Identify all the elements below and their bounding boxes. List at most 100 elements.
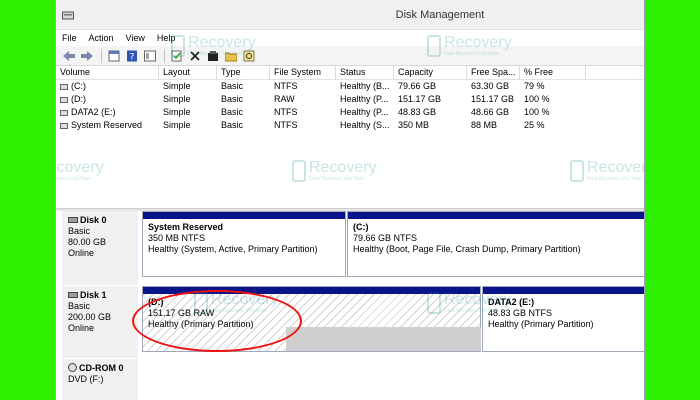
- title-bar: Disk Management: [56, 0, 644, 30]
- table-row[interactable]: System Reserved Simple Basic NTFS Health…: [56, 119, 644, 132]
- percent-free-cell: 25 %: [524, 120, 545, 130]
- type-cell: Basic: [221, 120, 244, 130]
- selection-shadow: [286, 327, 481, 351]
- volume-icon: [60, 97, 68, 103]
- partition-size: 48.83 GB NTFS: [488, 308, 553, 318]
- cdrom-name: CD-ROM 0: [79, 363, 124, 373]
- menu-help[interactable]: Help: [157, 33, 176, 43]
- status-cell: Healthy (B...: [340, 81, 390, 91]
- capacity-cell: 350 MB: [398, 120, 430, 130]
- refresh-icon[interactable]: [241, 48, 257, 64]
- partition-name: DATA2 (E:): [488, 297, 535, 307]
- volume-cell: (C:): [56, 80, 159, 93]
- status-cell: Healthy (P...: [340, 94, 389, 104]
- disk-state: Online: [68, 323, 95, 333]
- file-system-cell: RAW: [274, 94, 295, 104]
- open-icon[interactable]: [205, 48, 221, 64]
- partition-status: Healthy (Boot, Page File, Crash Dump, Pr…: [353, 244, 581, 254]
- explore-icon[interactable]: [223, 48, 239, 64]
- window-title: Disk Management: [395, 9, 485, 21]
- menu-file[interactable]: File: [62, 33, 77, 43]
- toolbar-separator: [164, 48, 165, 63]
- status-cell: Healthy (P...: [340, 107, 389, 117]
- table-row[interactable]: (D:) Simple Basic RAW Healthy (P... 151.…: [56, 93, 644, 106]
- file-system-cell: NTFS: [274, 107, 298, 117]
- percent-free-cell: 79 %: [524, 81, 545, 91]
- cdrom-type: DVD (F:): [68, 374, 104, 384]
- column-header-capacity[interactable]: Capacity: [394, 66, 467, 79]
- volume-name: DATA2 (E:): [71, 107, 116, 117]
- volume-icon: [60, 123, 68, 129]
- volume-cell: System Reserved: [56, 119, 159, 132]
- disk-type: Basic: [68, 226, 91, 236]
- column-header-percent-free[interactable]: % Free: [520, 66, 586, 79]
- menu-action[interactable]: Action: [89, 33, 114, 43]
- column-header-volume[interactable]: Volume: [56, 66, 159, 79]
- partition-e[interactable]: DATA2 (E:) 48.83 GB NTFS Healthy (Primar…: [482, 286, 644, 352]
- highlight-ellipse: [132, 290, 302, 352]
- help-icon[interactable]: ?: [124, 48, 140, 64]
- layout-cell: Simple: [163, 81, 191, 91]
- layout-cell: Simple: [163, 107, 191, 117]
- volume-list: Volume Layout Type File System Status Ca…: [56, 66, 644, 196]
- partition-size: 79.66 GB NTFS: [353, 233, 418, 243]
- disk-name: Disk 1: [80, 290, 107, 300]
- column-header-status[interactable]: Status: [336, 66, 394, 79]
- partition-size: 350 MB NTFS: [148, 233, 206, 243]
- check-icon[interactable]: [169, 48, 185, 64]
- free-space-cell: 151.17 GB: [471, 94, 515, 104]
- layout-cell: Simple: [163, 94, 191, 104]
- file-system-cell: NTFS: [274, 81, 298, 91]
- volume-cell: (D:): [56, 93, 159, 106]
- volume-cell: DATA2 (E:): [56, 106, 159, 119]
- cdrom-0-label[interactable]: CD-ROM 0 DVD (F:): [62, 359, 138, 400]
- back-icon[interactable]: [61, 48, 77, 64]
- properties-icon[interactable]: [106, 48, 122, 64]
- partition-name: (C:): [353, 222, 369, 232]
- table-row[interactable]: (C:) Simple Basic NTFS Healthy (B... 79.…: [56, 80, 644, 93]
- free-space-cell: 63.30 GB: [471, 81, 510, 91]
- cdrom-0-row: CD-ROM 0 DVD (F:): [56, 359, 644, 400]
- forward-icon[interactable]: [79, 48, 95, 64]
- partition-c[interactable]: (C:) 79.66 GB NTFS Healthy (Boot, Page F…: [347, 211, 644, 277]
- partition-status: Healthy (Primary Partition): [488, 319, 594, 329]
- cd-rom-icon: [68, 363, 77, 372]
- disk-1-label[interactable]: Disk 1 Basic 200.00 GB Online: [62, 286, 138, 358]
- menu-view[interactable]: View: [126, 33, 145, 43]
- table-row[interactable]: DATA2 (E:) Simple Basic NTFS Healthy (P.…: [56, 106, 644, 119]
- capacity-cell: 48.83 GB: [398, 107, 437, 117]
- partition-stripe: [143, 212, 345, 219]
- partition-system-reserved[interactable]: System Reserved 350 MB NTFS Healthy (Sys…: [142, 211, 346, 277]
- partition-status: Healthy (System, Active, Primary Partiti…: [148, 244, 318, 254]
- layout-cell: Simple: [163, 120, 191, 130]
- delete-icon[interactable]: [187, 48, 203, 64]
- column-header-layout[interactable]: Layout: [159, 66, 217, 79]
- svg-text:?: ?: [130, 52, 135, 62]
- hard-disk-icon: [68, 217, 78, 223]
- column-header-type[interactable]: Type: [217, 66, 270, 79]
- capacity-cell: 79.66 GB: [398, 81, 437, 91]
- volume-name: (D:): [71, 94, 86, 104]
- hard-disk-icon: [68, 292, 78, 298]
- column-header-file-system[interactable]: File System: [270, 66, 336, 79]
- disk-0-row: Disk 0 Basic 80.00 GB Online System Rese…: [56, 211, 644, 285]
- type-cell: Basic: [221, 107, 244, 117]
- disk-management-window: Disk Management File Action View Help ?: [55, 0, 645, 400]
- file-system-cell: NTFS: [274, 120, 298, 130]
- partition-name: System Reserved: [148, 222, 224, 232]
- disk-0-label[interactable]: Disk 0 Basic 80.00 GB Online: [62, 211, 138, 285]
- disk-state: Online: [68, 248, 95, 258]
- capacity-cell: 151.17 GB: [398, 94, 442, 104]
- disk-size: 80.00 GB: [68, 237, 107, 247]
- type-cell: Basic: [221, 81, 244, 91]
- console-icon[interactable]: [142, 48, 158, 64]
- percent-free-cell: 100 %: [524, 94, 550, 104]
- partition-stripe: [483, 287, 644, 294]
- disk-name: Disk 0: [80, 215, 107, 225]
- disk-type: Basic: [68, 301, 91, 311]
- volume-name: System Reserved: [71, 120, 143, 130]
- toolbar: ?: [56, 46, 644, 66]
- volume-list-header: Volume Layout Type File System Status Ca…: [56, 66, 644, 80]
- disk-size: 200.00 GB: [68, 312, 112, 322]
- column-header-free-space[interactable]: Free Spa...: [467, 66, 520, 79]
